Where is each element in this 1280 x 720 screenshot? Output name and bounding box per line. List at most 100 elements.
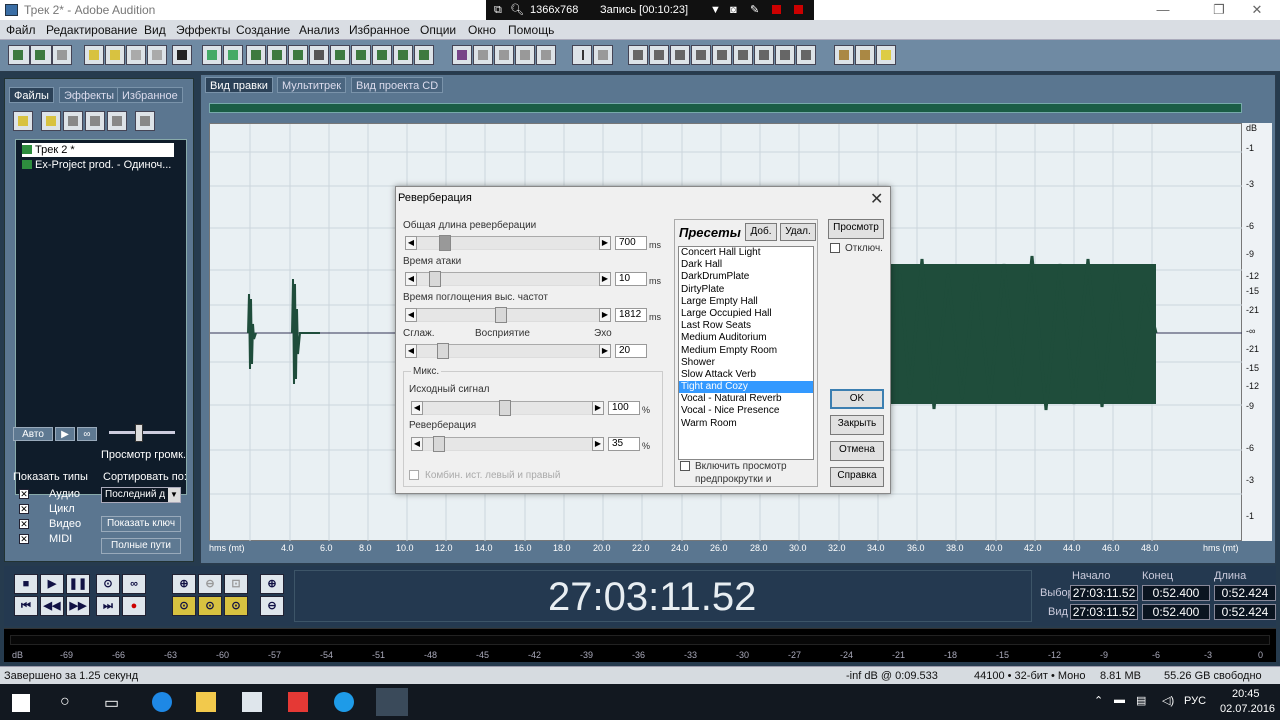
clock-date[interactable]: 02.07.2016 xyxy=(1220,703,1275,715)
pencil-icon[interactable]: ✎ xyxy=(750,0,759,20)
audition-taskbar-icon[interactable] xyxy=(376,688,408,716)
toolbar-file-icon[interactable] xyxy=(126,45,146,65)
view-length[interactable]: 0:52.424 xyxy=(1214,604,1276,620)
source-signal-slider[interactable]: ◀ ▶ xyxy=(411,400,604,416)
menu-file[interactable]: Файл xyxy=(6,23,36,37)
power-icon[interactable]: ▬ xyxy=(1114,694,1125,706)
attack-slider[interactable]: ◀ ▶ xyxy=(405,271,611,287)
slider-thumb[interactable] xyxy=(439,235,451,251)
slider-right-arrow[interactable]: ▶ xyxy=(599,308,611,322)
clock-time[interactable]: 20:45 xyxy=(1232,688,1260,700)
toolbar-view-icon[interactable] xyxy=(712,45,732,65)
ok-button[interactable]: OK xyxy=(830,389,884,409)
zoom-selection-icon[interactable]: ⊙ xyxy=(224,596,248,616)
stop-record-icon[interactable] xyxy=(794,5,803,14)
menu-analyze[interactable]: Анализ xyxy=(299,23,340,37)
list-item[interactable]: Concert Hall Light xyxy=(679,247,813,259)
slider-left-arrow[interactable]: ◀ xyxy=(405,272,417,286)
help-icon[interactable] xyxy=(876,45,896,65)
list-item-selected[interactable]: Tight and Cozy xyxy=(679,381,813,394)
preview-volume-thumb[interactable] xyxy=(135,424,143,442)
view-end[interactable]: 0:52.400 xyxy=(1142,604,1210,620)
folder-icon[interactable] xyxy=(41,111,61,131)
auto-play-button[interactable]: Авто xyxy=(13,427,53,441)
toolbar-view-icon[interactable] xyxy=(754,45,774,65)
store-icon[interactable] xyxy=(242,692,262,712)
close-button[interactable]: ✕ xyxy=(1234,0,1280,20)
slider-right-arrow[interactable]: ▶ xyxy=(592,401,604,415)
sort-select[interactable]: Последний д ▼ xyxy=(101,487,181,503)
close-file-icon[interactable] xyxy=(63,111,83,131)
perception-input[interactable]: 20 xyxy=(615,344,647,358)
toolbar-select-icon[interactable] xyxy=(593,45,613,65)
toolbar-file-icon[interactable] xyxy=(147,45,167,65)
fast-forward-icon[interactable]: ▶▶ xyxy=(66,596,90,616)
menu-generate[interactable]: Создание xyxy=(236,23,290,37)
list-item[interactable]: Medium Auditorium xyxy=(679,332,813,344)
combine-checkbox[interactable] xyxy=(409,470,419,480)
zoom-in-vertical-icon[interactable]: ⊕ xyxy=(260,574,284,594)
toolbar-edit-icon[interactable] xyxy=(330,45,350,65)
list-item[interactable]: Warm Room xyxy=(679,418,813,430)
type-audio-checkbox[interactable]: ✕ xyxy=(19,489,29,499)
toolbar-view-icon[interactable] xyxy=(649,45,669,65)
chevron-up-icon[interactable]: ⌃ xyxy=(1094,694,1103,707)
menu-window[interactable]: Окно xyxy=(468,23,496,37)
reverb-amount-input[interactable]: 35 xyxy=(608,437,640,451)
loop-icon[interactable]: ∞ xyxy=(122,574,146,594)
list-item[interactable]: Vocal - Natural Reverb xyxy=(679,393,813,405)
skype-icon[interactable] xyxy=(334,692,354,712)
task-view-icon[interactable]: ▭ xyxy=(104,693,119,713)
minimize-button[interactable]: — xyxy=(1140,0,1186,20)
slider-right-arrow[interactable]: ▶ xyxy=(599,272,611,286)
slider-right-arrow[interactable]: ▶ xyxy=(599,236,611,250)
toolbar-edit-icon[interactable] xyxy=(414,45,434,65)
play-to-end-icon[interactable]: ⊙ xyxy=(96,574,120,594)
bypass-checkbox[interactable] xyxy=(830,243,840,253)
list-item[interactable]: Vocal - Nice Presence xyxy=(679,405,813,417)
view-start[interactable]: 27:03:11.52 xyxy=(1070,604,1138,620)
preview-button[interactable]: Просмотр xyxy=(828,219,884,239)
chevron-down-icon[interactable]: ▼ xyxy=(710,0,721,20)
slider-thumb[interactable] xyxy=(433,436,445,452)
slider-left-arrow[interactable]: ◀ xyxy=(405,236,417,250)
toolbar-edit-icon[interactable] xyxy=(288,45,308,65)
list-item[interactable]: Dark Hall xyxy=(679,259,813,271)
tab-multitrack[interactable]: Мультитрек xyxy=(277,77,347,93)
toolbar-tool-icon[interactable] xyxy=(834,45,854,65)
toolbar-mode-icon[interactable] xyxy=(30,45,52,65)
record-icon[interactable]: ● xyxy=(122,596,146,616)
toolbar-view-icon[interactable] xyxy=(691,45,711,65)
go-to-end-icon[interactable]: ⏭ xyxy=(96,596,120,616)
toolbar-edit-icon[interactable] xyxy=(372,45,392,65)
menu-effects[interactable]: Эффекты xyxy=(176,23,231,37)
list-item[interactable]: DarkDrumPlate xyxy=(679,271,813,283)
tab-edit-view[interactable]: Вид правки xyxy=(205,77,273,93)
overview-bar[interactable] xyxy=(209,103,1242,113)
play-icon[interactable]: ▶ xyxy=(55,427,75,441)
menu-favorites[interactable]: Избранное xyxy=(349,23,410,37)
toolbar-view-icon[interactable] xyxy=(775,45,795,65)
toolbar-mode-icon[interactable] xyxy=(8,45,30,65)
slider-left-arrow[interactable]: ◀ xyxy=(405,308,417,322)
volume-icon[interactable]: ◁) xyxy=(1162,694,1174,707)
magnifier-icon[interactable]: 🔍︎ xyxy=(510,0,524,20)
slider-thumb[interactable] xyxy=(429,271,441,287)
zoom-left-icon[interactable]: ⊙ xyxy=(172,596,196,616)
toolbar-view-icon[interactable] xyxy=(796,45,816,65)
slider-left-arrow[interactable]: ◀ xyxy=(411,437,423,451)
toolbar-tool-icon[interactable] xyxy=(855,45,875,65)
network-icon[interactable]: ▤ xyxy=(1136,694,1146,707)
toolbar-effect-icon[interactable] xyxy=(473,45,493,65)
stop-icon[interactable]: ■ xyxy=(14,574,38,594)
close-icon[interactable]: ✕ xyxy=(870,189,883,209)
search-icon[interactable]: ○ xyxy=(60,693,70,711)
toolbar-view-icon[interactable] xyxy=(628,45,648,65)
preroll-checkbox[interactable] xyxy=(680,461,690,471)
list-item[interactable]: Large Occupied Hall xyxy=(679,308,813,320)
slider-track[interactable] xyxy=(417,272,599,286)
undo-icon[interactable] xyxy=(202,45,222,65)
windows-start-icon[interactable] xyxy=(12,694,30,712)
tab-effects[interactable]: Эффекты xyxy=(59,87,120,103)
slider-thumb[interactable] xyxy=(437,343,449,359)
